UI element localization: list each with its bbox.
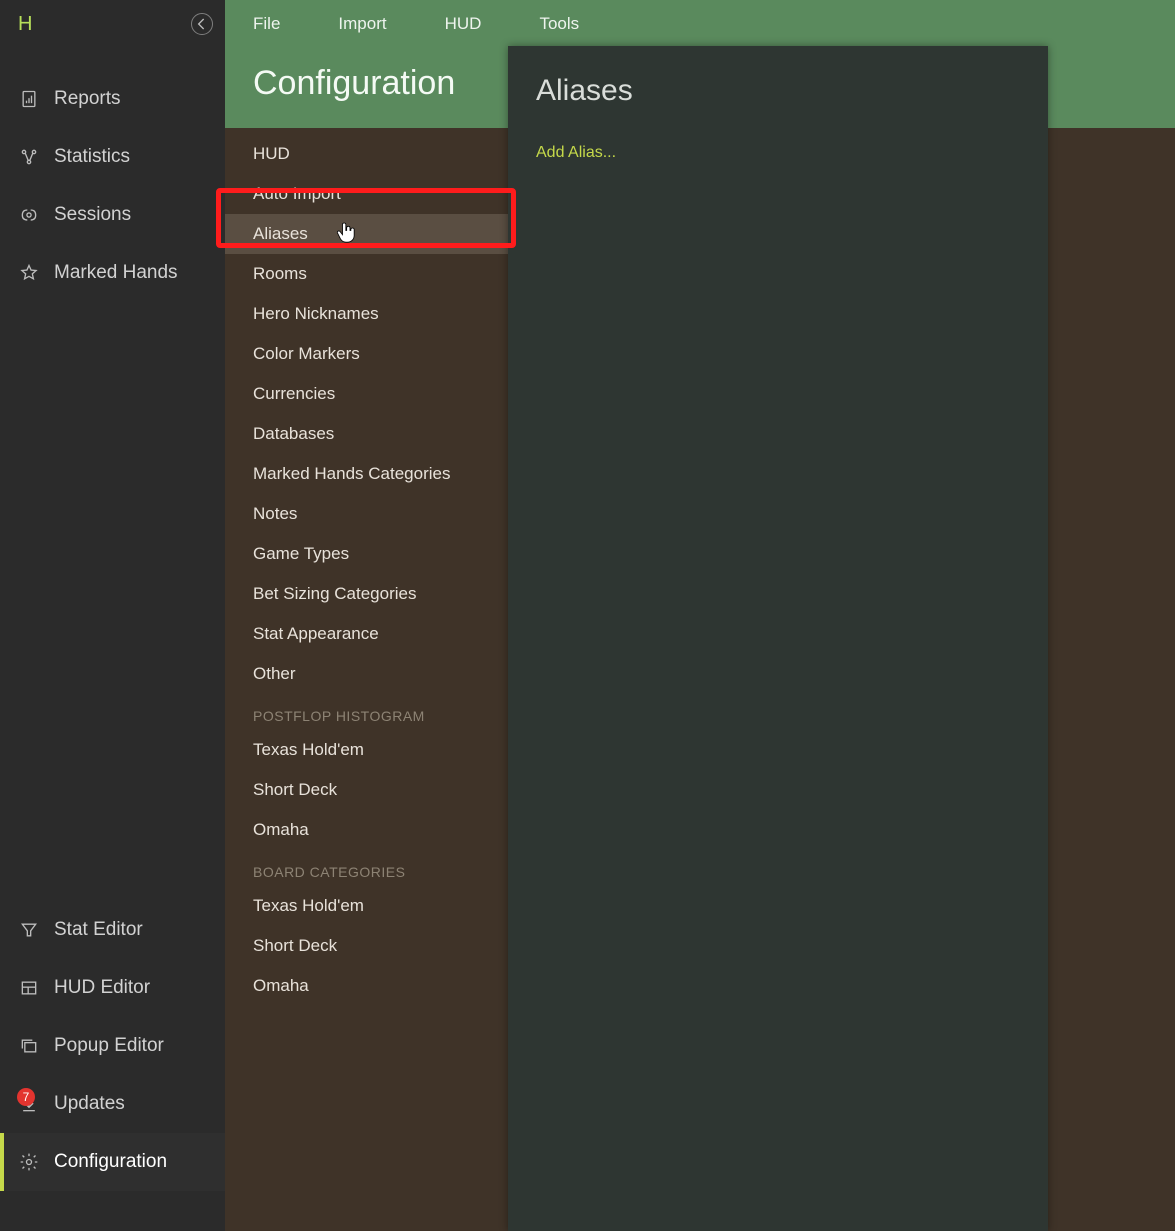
menu-import[interactable]: Import bbox=[338, 14, 386, 34]
report-icon bbox=[18, 89, 40, 109]
config-item-bet-sizing[interactable]: Bet Sizing Categories bbox=[225, 574, 510, 614]
popup-icon bbox=[18, 1036, 40, 1056]
layout-icon bbox=[18, 978, 40, 998]
sidebar-item-label: Sessions bbox=[54, 204, 131, 226]
filter-icon bbox=[18, 920, 40, 940]
sidebar-item-label: Updates bbox=[54, 1093, 125, 1115]
nav-secondary: Stat Editor HUD Editor Popup Editor 7 Up… bbox=[0, 901, 225, 1231]
sidebar-item-statistics[interactable]: Statistics bbox=[0, 128, 225, 186]
collapse-sidebar-button[interactable] bbox=[191, 13, 213, 35]
marked-hands-icon bbox=[18, 263, 40, 283]
sidebar-item-label: HUD Editor bbox=[54, 977, 150, 999]
config-item-bc-shortdeck[interactable]: Short Deck bbox=[225, 926, 510, 966]
add-alias-link[interactable]: Add Alias... bbox=[508, 118, 1048, 188]
gear-icon bbox=[18, 1152, 40, 1172]
config-item-marked-hands-categories[interactable]: Marked Hands Categories bbox=[225, 454, 510, 494]
sidebar-item-configuration[interactable]: Configuration bbox=[0, 1133, 225, 1191]
chevron-left-icon bbox=[192, 14, 212, 34]
sidebar-item-stat-editor[interactable]: Stat Editor bbox=[0, 901, 225, 959]
config-header-postflop: POSTFLOP HISTOGRAM bbox=[225, 694, 510, 730]
config-item-auto-import[interactable]: Auto Import bbox=[225, 174, 510, 214]
sidebar-item-marked-hands[interactable]: Marked Hands bbox=[0, 244, 225, 302]
sidebar-item-label: Marked Hands bbox=[54, 262, 178, 284]
config-list: HUD Auto Import Aliases Rooms Hero Nickn… bbox=[225, 128, 510, 1231]
right-strip bbox=[1048, 128, 1175, 1231]
config-item-game-types[interactable]: Game Types bbox=[225, 534, 510, 574]
menu-tools[interactable]: Tools bbox=[539, 14, 579, 34]
sidebar-item-hud-editor[interactable]: HUD Editor bbox=[0, 959, 225, 1017]
sidebar-item-label: Popup Editor bbox=[54, 1035, 164, 1057]
config-item-bc-omaha[interactable]: Omaha bbox=[225, 966, 510, 1006]
sidebar-item-label: Statistics bbox=[54, 146, 130, 168]
sidebar: H Reports Statistics Sessions bbox=[0, 0, 225, 1231]
config-header-board: BOARD CATEGORIES bbox=[225, 850, 510, 886]
config-item-pf-shortdeck[interactable]: Short Deck bbox=[225, 770, 510, 810]
updates-badge: 7 bbox=[17, 1088, 35, 1106]
sidebar-item-reports[interactable]: Reports bbox=[0, 70, 225, 128]
config-item-databases[interactable]: Databases bbox=[225, 414, 510, 454]
detail-title: Aliases bbox=[508, 46, 1048, 118]
config-item-rooms[interactable]: Rooms bbox=[225, 254, 510, 294]
menu-row: File Import HUD Tools bbox=[225, 0, 1175, 48]
sidebar-header: H bbox=[0, 0, 225, 48]
config-item-aliases[interactable]: Aliases bbox=[225, 214, 510, 254]
config-item-other[interactable]: Other bbox=[225, 654, 510, 694]
config-item-hero-nicknames[interactable]: Hero Nicknames bbox=[225, 294, 510, 334]
config-item-currencies[interactable]: Currencies bbox=[225, 374, 510, 414]
sidebar-item-label: Stat Editor bbox=[54, 919, 143, 941]
config-item-stat-appearance[interactable]: Stat Appearance bbox=[225, 614, 510, 654]
sidebar-item-popup-editor[interactable]: Popup Editor bbox=[0, 1017, 225, 1075]
download-icon: 7 bbox=[18, 1094, 40, 1114]
app-logo: H bbox=[18, 13, 32, 36]
config-item-color-markers[interactable]: Color Markers bbox=[225, 334, 510, 374]
sessions-icon bbox=[18, 205, 40, 225]
sidebar-item-label: Configuration bbox=[54, 1151, 167, 1173]
config-item-hud[interactable]: HUD bbox=[225, 134, 510, 174]
config-item-notes[interactable]: Notes bbox=[225, 494, 510, 534]
sidebar-item-sessions[interactable]: Sessions bbox=[0, 186, 225, 244]
menu-file[interactable]: File bbox=[253, 14, 280, 34]
config-item-pf-holdem[interactable]: Texas Hold'em bbox=[225, 730, 510, 770]
config-item-bc-holdem[interactable]: Texas Hold'em bbox=[225, 886, 510, 926]
detail-panel: Aliases Add Alias... bbox=[508, 46, 1048, 1231]
menu-hud[interactable]: HUD bbox=[445, 14, 482, 34]
statistics-icon bbox=[18, 147, 40, 167]
nav-primary: Reports Statistics Sessions Marked Hands bbox=[0, 70, 225, 302]
sidebar-item-updates[interactable]: 7 Updates bbox=[0, 1075, 225, 1133]
config-item-pf-omaha[interactable]: Omaha bbox=[225, 810, 510, 850]
sidebar-item-label: Reports bbox=[54, 88, 121, 110]
